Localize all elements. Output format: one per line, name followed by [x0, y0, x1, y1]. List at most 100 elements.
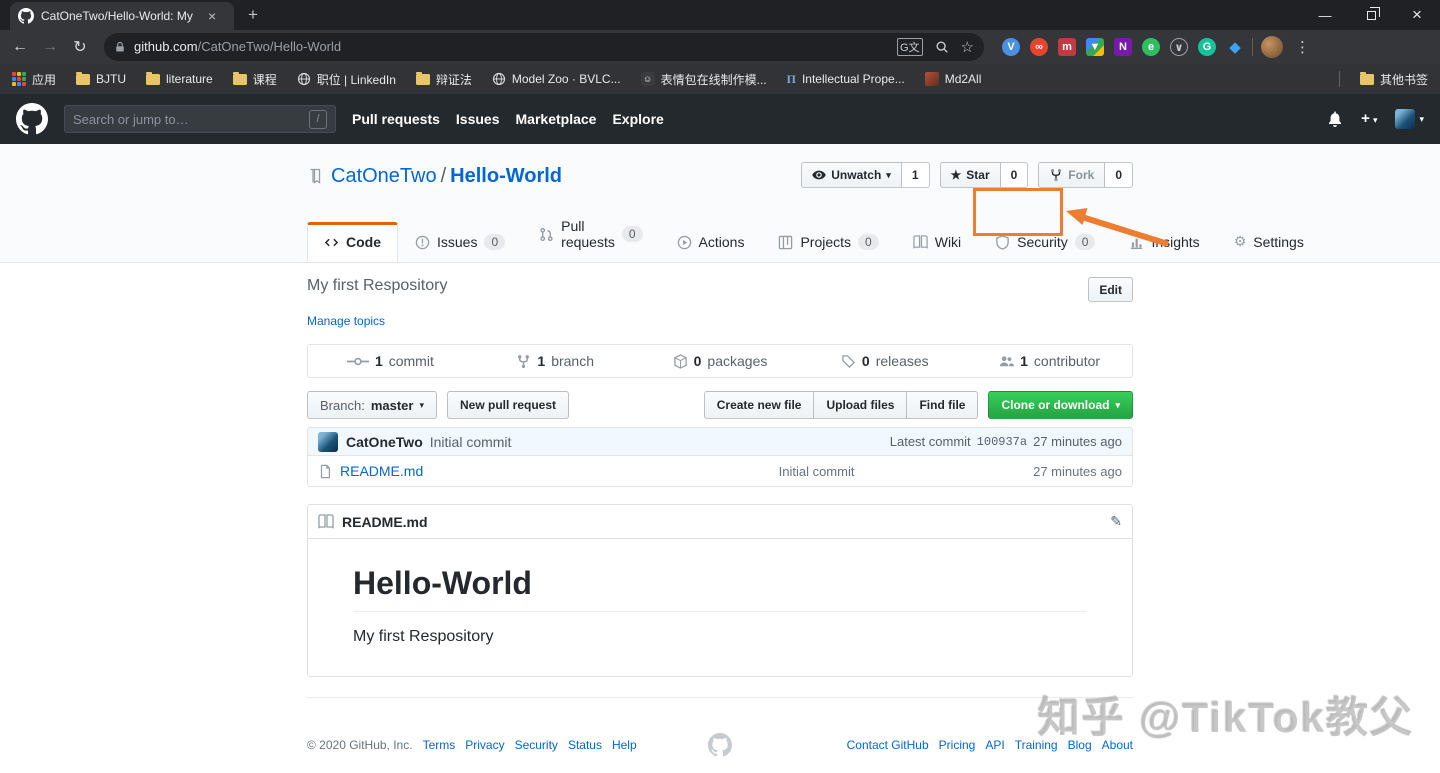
bookmark-item[interactable]: BJTU — [76, 72, 126, 86]
extension-icon[interactable]: V — [1002, 38, 1020, 56]
pencil-edit-icon[interactable]: ✎ — [1110, 513, 1122, 530]
pillars-icon: Π — [787, 72, 796, 87]
file-commit-message[interactable]: Initial commit — [600, 464, 1033, 479]
commits-stat[interactable]: 1commit — [308, 345, 473, 377]
branch-selector[interactable]: Branch:master▾ — [307, 391, 437, 419]
find-file-button[interactable]: Find file — [907, 391, 978, 419]
bookmark-item[interactable]: 辩证法 — [416, 71, 472, 88]
readme-filename: README.md — [342, 514, 428, 530]
bookmark-item[interactable]: ☺表情包在线制作模... — [641, 71, 767, 88]
reload-button[interactable]: ↻ — [68, 37, 92, 57]
contributors-stat[interactable]: 1contributor — [967, 345, 1132, 377]
lock-icon — [114, 41, 126, 53]
edit-description-button[interactable]: Edit — [1088, 277, 1133, 302]
footer-about[interactable]: About — [1102, 738, 1133, 752]
bookmark-apps[interactable]: 应用 — [12, 71, 56, 88]
commit-author-avatar[interactable] — [318, 432, 338, 452]
browser-tab[interactable]: CatOneTwo/Hello-World: My × — [10, 2, 234, 30]
footer-pricing[interactable]: Pricing — [939, 738, 976, 752]
releases-stat[interactable]: 0releases — [802, 345, 967, 377]
bookmark-item[interactable]: literature — [146, 72, 213, 86]
star-button[interactable]: ★Star — [940, 162, 1001, 188]
file-row[interactable]: README.md Initial commit 27 minutes ago — [308, 456, 1132, 486]
other-bookmarks[interactable]: 其他书签 — [1360, 71, 1428, 88]
footer-privacy[interactable]: Privacy — [465, 738, 504, 752]
repo-name-link[interactable]: Hello-World — [450, 165, 562, 187]
extension-icon[interactable]: ∞ — [1030, 38, 1048, 56]
commit-hash-link[interactable]: 100937a — [977, 435, 1027, 449]
footer-terms[interactable]: Terms — [423, 738, 456, 752]
extension-icon[interactable]: m — [1058, 38, 1076, 56]
forward-button[interactable]: → — [38, 38, 62, 56]
upload-files-button[interactable]: Upload files — [814, 391, 907, 419]
github-logo-icon[interactable] — [16, 103, 48, 135]
bookmark-item[interactable]: Md2All — [925, 72, 982, 86]
new-tab-button[interactable]: + — [248, 5, 258, 25]
tab-settings[interactable]: ⚙Settings — [1217, 221, 1321, 262]
tab-issues[interactable]: Issues0 — [398, 222, 522, 262]
bookmark-star-icon[interactable]: ☆ — [961, 38, 974, 56]
bookmark-item[interactable]: 课程 — [233, 71, 277, 88]
search-input[interactable] — [73, 112, 309, 127]
extension-icon[interactable]: N — [1114, 38, 1132, 56]
close-window-button[interactable]: × — [1394, 0, 1440, 30]
url-bar[interactable]: github.com/CatOneTwo/Hello-World G文 ☆ — [104, 33, 984, 61]
tab-pull-requests[interactable]: Pull requests0 — [522, 206, 659, 262]
branches-stat[interactable]: 1branch — [473, 345, 638, 377]
extension-icon[interactable]: ∨ — [1170, 38, 1188, 56]
tab-projects[interactable]: Projects0 — [761, 222, 895, 262]
commit-message-link[interactable]: Initial commit — [430, 434, 512, 450]
footer-blog[interactable]: Blog — [1068, 738, 1092, 752]
create-new-menu[interactable]: +▾ — [1361, 110, 1377, 128]
forks-count[interactable]: 0 — [1105, 162, 1133, 188]
notifications-bell-icon[interactable] — [1327, 111, 1343, 127]
chevron-down-icon: ▾ — [419, 400, 424, 411]
nav-explore[interactable]: Explore — [612, 111, 663, 127]
nav-pull-requests[interactable]: Pull requests — [352, 111, 440, 127]
bookmark-item[interactable]: 职位 | LinkedIn — [297, 71, 396, 88]
repo-owner-link[interactable]: CatOneTwo — [331, 165, 437, 187]
footer-status[interactable]: Status — [568, 738, 602, 752]
tab-code[interactable]: Code — [307, 222, 398, 262]
fork-button[interactable]: Fork — [1038, 162, 1105, 188]
manage-topics-link[interactable]: Manage topics — [307, 314, 385, 328]
file-name-link[interactable]: README.md — [340, 463, 600, 479]
nav-issues[interactable]: Issues — [456, 111, 500, 127]
footer-contact[interactable]: Contact GitHub — [847, 738, 929, 752]
extension-icon[interactable]: e — [1142, 38, 1160, 56]
browser-tab-bar: CatOneTwo/Hello-World: My × + — × — [0, 0, 1440, 30]
footer-training[interactable]: Training — [1015, 738, 1058, 752]
extension-icon[interactable]: G — [1198, 38, 1216, 56]
packages-stat[interactable]: 0packages — [638, 345, 803, 377]
extension-icon[interactable]: ▼ — [1086, 38, 1104, 56]
tab-insights[interactable]: Insights — [1112, 222, 1216, 262]
github-search[interactable]: / — [64, 105, 336, 133]
minimize-button[interactable]: — — [1302, 0, 1348, 30]
extension-icon[interactable]: ◆ — [1226, 38, 1244, 56]
footer-security[interactable]: Security — [515, 738, 558, 752]
tab-wiki[interactable]: Wiki — [896, 222, 978, 262]
footer-help[interactable]: Help — [612, 738, 637, 752]
new-pull-request-button[interactable]: New pull request — [447, 391, 569, 419]
user-menu[interactable]: ▾ — [1395, 109, 1424, 129]
zoom-icon[interactable] — [935, 40, 949, 54]
footer-api[interactable]: API — [985, 738, 1004, 752]
back-button[interactable]: ← — [8, 38, 32, 56]
browser-menu-icon[interactable]: ⋮ — [1295, 38, 1310, 56]
stars-count[interactable]: 0 — [1001, 162, 1029, 188]
browser-profile-avatar[interactable] — [1261, 36, 1283, 58]
create-new-file-button[interactable]: Create new file — [704, 391, 815, 419]
nav-marketplace[interactable]: Marketplace — [516, 111, 597, 127]
unwatch-button[interactable]: Unwatch▾ — [801, 162, 902, 188]
github-footer-logo-icon[interactable] — [708, 733, 732, 757]
restore-button[interactable] — [1348, 0, 1394, 30]
bookmark-item[interactable]: ΠIntellectual Prope... — [787, 72, 905, 87]
translate-icon[interactable]: G文 — [897, 38, 923, 56]
clone-or-download-button[interactable]: Clone or download▾ — [988, 391, 1133, 419]
tab-security[interactable]: Security0 — [978, 222, 1112, 262]
tab-actions[interactable]: Actions — [660, 222, 762, 262]
commit-author-link[interactable]: CatOneTwo — [346, 434, 423, 450]
bookmark-item[interactable]: Model Zoo · BVLC... — [492, 72, 621, 86]
watchers-count[interactable]: 1 — [902, 162, 930, 188]
tab-close-icon[interactable]: × — [208, 9, 216, 23]
